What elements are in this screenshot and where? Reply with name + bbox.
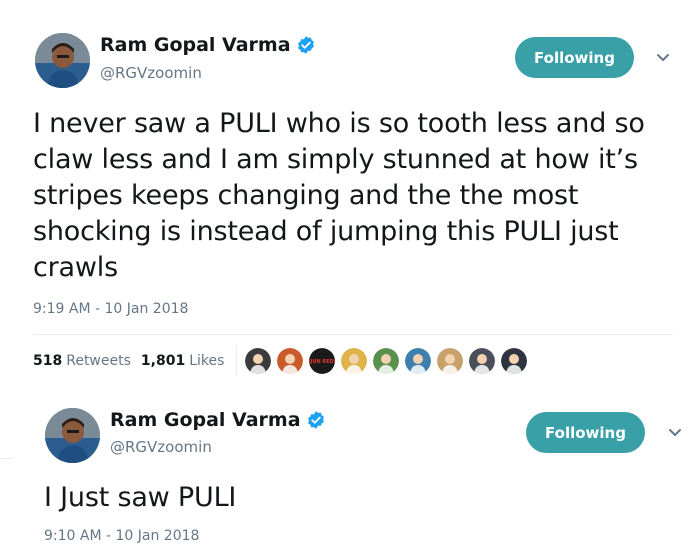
author-name[interactable]: Ram Gopal Varma — [110, 409, 326, 431]
author-name-text[interactable]: Ram Gopal Varma — [110, 409, 301, 431]
author-avatar[interactable] — [45, 408, 100, 463]
tweet-timestamp[interactable]: 9:10 AM - 10 Jan 2018 — [44, 528, 199, 544]
tweet-2: Ram Gopal Varma @RGVzoomin Following I J… — [0, 0, 700, 550]
chevron-down-icon[interactable] — [667, 427, 683, 439]
tweet-text: I Just saw PULI — [44, 482, 237, 513]
verified-badge-icon — [306, 410, 326, 430]
following-button[interactable]: Following — [526, 412, 645, 453]
author-handle[interactable]: @RGVzoomin — [110, 438, 212, 456]
